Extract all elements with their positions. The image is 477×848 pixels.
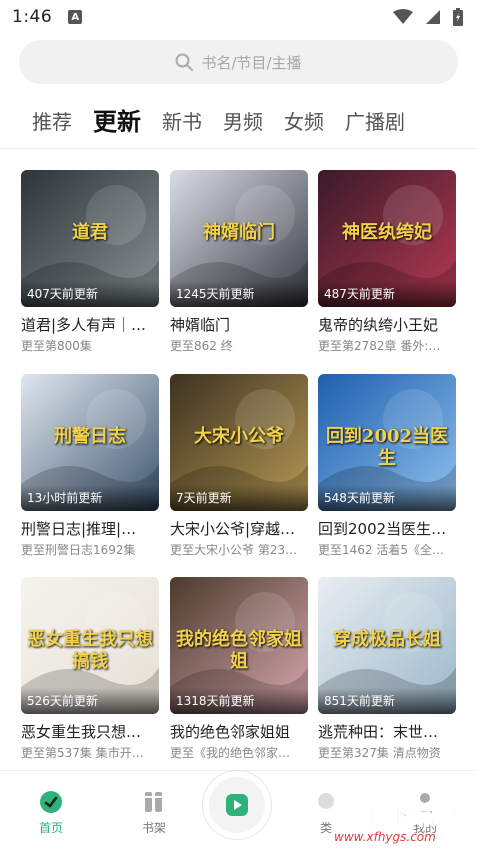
book-title[interactable]: 回到2002当医生… <box>318 519 456 539</box>
update-badge-text: 1318天前更新 <box>176 694 255 708</box>
nav-home[interactable]: 首页 <box>21 789 81 836</box>
book-progress: 更至《我的绝色邻家… <box>170 746 291 760</box>
tab-male[interactable]: 男频 <box>223 104 263 140</box>
cover-title-art: 神婿临门 <box>203 222 275 243</box>
book-card[interactable]: 回到2002当医生 548天前更新回到2002当医生… 更至1462 活着5《全… <box>318 374 456 558</box>
nav-category-label: 类 <box>319 821 332 835</box>
book-title[interactable]: 逃荒种田：末世… <box>318 722 456 742</box>
book-title[interactable]: 我的绝色邻家姐姐 <box>170 722 308 742</box>
book-title[interactable]: 道君|多人有声｜… <box>21 315 159 335</box>
battery-icon <box>453 8 463 26</box>
book-cover[interactable]: 恶女重生我只想搞钱 526天前更新 <box>21 577 159 714</box>
search-placeholder: 书名/节目/主播 <box>201 53 302 72</box>
notification-icon: A <box>68 10 83 24</box>
home-icon <box>40 791 62 813</box>
book-progress: 更至第327集 清点物资 <box>318 746 441 760</box>
tab-updates[interactable]: 更新 <box>93 104 141 140</box>
update-badge: 851天前更新 <box>318 688 456 714</box>
book-card[interactable]: 道君 407天前更新道君|多人有声｜… 更至第800集 <box>21 170 159 354</box>
book-cover[interactable]: 回到2002当医生 548天前更新 <box>318 374 456 511</box>
wifi-icon <box>393 9 413 24</box>
tab-female[interactable]: 女频 <box>284 104 324 140</box>
book-progress: 更至第537集 集市开… <box>21 746 144 760</box>
status-bar: 1:46 A <box>0 0 477 34</box>
book-card[interactable]: 刑警日志 13小时前更新刑警日志|推理|… 更至刑警日志1692集 <box>21 374 159 558</box>
book-cover[interactable]: 我的绝色邻家姐姐 1318天前更新 <box>170 577 308 714</box>
book-title[interactable]: 恶女重生我只想… <box>21 722 159 742</box>
book-card[interactable]: 大宋小公爷 7天前更新大宋小公爷|穿越… 更至大宋小公爷 第23… <box>170 374 308 558</box>
search-bar[interactable]: 书名/节目/主播 <box>19 40 458 84</box>
signal-icon <box>426 10 440 24</box>
watermark-logo: 晓羊下载站 www.xfhygs.com <box>334 796 477 848</box>
book-card[interactable]: 穿成极品长姐 851天前更新逃荒种田：末世… 更至第327集 清点物资 <box>318 577 456 761</box>
play-icon <box>226 794 248 816</box>
player-button[interactable] <box>203 771 271 839</box>
update-badge: 1318天前更新 <box>170 688 308 714</box>
nav-home-label: 首页 <box>38 821 63 835</box>
tab-new-books[interactable]: 新书 <box>162 104 202 140</box>
cover-title-art: 回到2002当医生 <box>325 426 449 469</box>
book-card[interactable]: 恶女重生我只想搞钱 526天前更新恶女重生我只想… 更至第537集 集市开… <box>21 577 159 761</box>
tab-radio-drama[interactable]: 广播剧 <box>345 104 405 140</box>
update-badge-text: 407天前更新 <box>27 287 98 301</box>
status-indicators <box>393 8 463 26</box>
update-badge-text: 487天前更新 <box>324 287 395 301</box>
status-time: 1:46 <box>12 7 53 27</box>
book-cover[interactable]: 神婿临门 1245天前更新 <box>170 170 308 307</box>
cover-title-art: 大宋小公爷 <box>194 426 284 447</box>
update-badge: 7天前更新 <box>170 485 308 511</box>
book-cover[interactable]: 穿成极品长姐 851天前更新 <box>318 577 456 714</box>
book-cover[interactable]: 刑警日志 13小时前更新 <box>21 374 159 511</box>
cover-title-art: 我的绝色邻家姐姐 <box>176 629 302 672</box>
book-card[interactable]: 神婿临门 1245天前更新 神婿临门 更至862 终 <box>170 170 308 354</box>
update-badge-text: 7天前更新 <box>176 491 232 505</box>
book-progress: 更至1462 活着5《全… <box>318 543 444 557</box>
search-icon <box>175 53 194 71</box>
update-badge-text: 548天前更新 <box>324 491 395 505</box>
book-progress: 更至刑警日志1692集 <box>21 543 136 557</box>
book-card[interactable]: 我的绝色邻家姐姐 1318天前更新 我的绝色邻家姐姐 更至《我的绝色邻家… <box>170 577 308 761</box>
book-cover[interactable]: 道君 407天前更新 <box>21 170 159 307</box>
bookshelf-icon <box>145 792 162 812</box>
book-cover[interactable]: 神医纨绔妃 487天前更新 <box>318 170 456 307</box>
divider <box>0 148 477 149</box>
book-progress: 更至大宋小公爷 第23… <box>170 543 298 557</box>
watermark-title: 晓羊下载站 <box>334 801 465 831</box>
book-card[interactable]: 神医纨绔妃 487天前更新鬼帝的纨绔小王妃更至第2782章 番外:… <box>318 170 456 354</box>
nav-shelf[interactable]: 书架 <box>124 789 184 836</box>
tab-recommend[interactable]: 推荐 <box>32 104 72 140</box>
cover-title-art: 神医纨绔妃 <box>342 222 432 243</box>
update-badge: 487天前更新 <box>318 281 456 307</box>
cover-title-art: 道君 <box>72 222 108 243</box>
update-badge-text: 13小时前更新 <box>27 491 103 505</box>
category-tabs: 推荐 更新 新书 男频 女频 广播剧 <box>32 104 426 140</box>
book-progress: 更至862 终 <box>170 339 233 353</box>
player-inner <box>209 777 265 833</box>
update-badge: 407天前更新 <box>21 281 159 307</box>
update-badge-text: 526天前更新 <box>27 694 98 708</box>
cover-title-art: 恶女重生我只想搞钱 <box>27 629 153 672</box>
update-badge: 526天前更新 <box>21 688 159 714</box>
cover-title-art: 穿成极品长姐 <box>333 629 441 650</box>
nav-shelf-label: 书架 <box>141 821 166 835</box>
book-title[interactable]: 刑警日志|推理|… <box>21 519 159 539</box>
update-badge-text: 1245天前更新 <box>176 287 255 301</box>
update-badge: 1245天前更新 <box>170 281 308 307</box>
cover-title-art: 刑警日志 <box>54 426 126 447</box>
book-title[interactable]: 神婿临门 <box>170 315 308 335</box>
book-cover[interactable]: 大宋小公爷 7天前更新 <box>170 374 308 511</box>
update-badge-text: 851天前更新 <box>324 694 395 708</box>
update-badge: 548天前更新 <box>318 485 456 511</box>
watermark-url: www.xfhygs.com <box>334 830 436 844</box>
book-progress: 更至第800集 <box>21 339 92 353</box>
book-title[interactable]: 大宋小公爷|穿越… <box>170 519 308 539</box>
update-badge: 13小时前更新 <box>21 485 159 511</box>
book-progress: 更至第2782章 番外:… <box>318 339 441 353</box>
book-title[interactable]: 鬼帝的纨绔小王妃 <box>318 315 456 335</box>
